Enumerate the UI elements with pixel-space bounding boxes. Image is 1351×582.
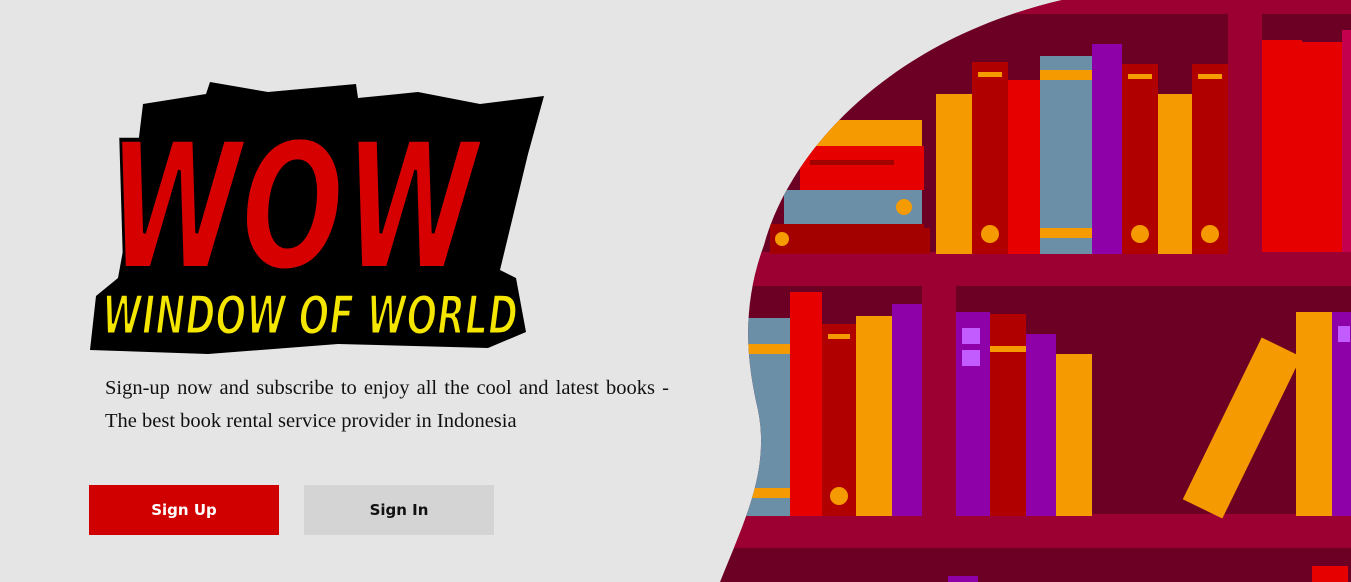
hero-tagline: Sign-up now and subscribe to enjoy all t… xyxy=(105,377,669,432)
wow-logo: WOW WINDOW OF WORLD xyxy=(88,82,548,360)
bookshelf-illustration-icon xyxy=(700,0,1351,582)
logo-graphic: WOW WINDOW OF WORLD xyxy=(90,82,544,354)
sign-in-button[interactable]: Sign In xyxy=(304,485,494,535)
logo-wow-text: WOW xyxy=(108,105,483,310)
logo-subtitle-text: WINDOW OF WORLD xyxy=(102,284,518,347)
landing-page: WOW WINDOW OF WORLD Sign-up now and subs… xyxy=(0,0,1351,582)
sign-up-button[interactable]: Sign Up xyxy=(89,485,279,535)
